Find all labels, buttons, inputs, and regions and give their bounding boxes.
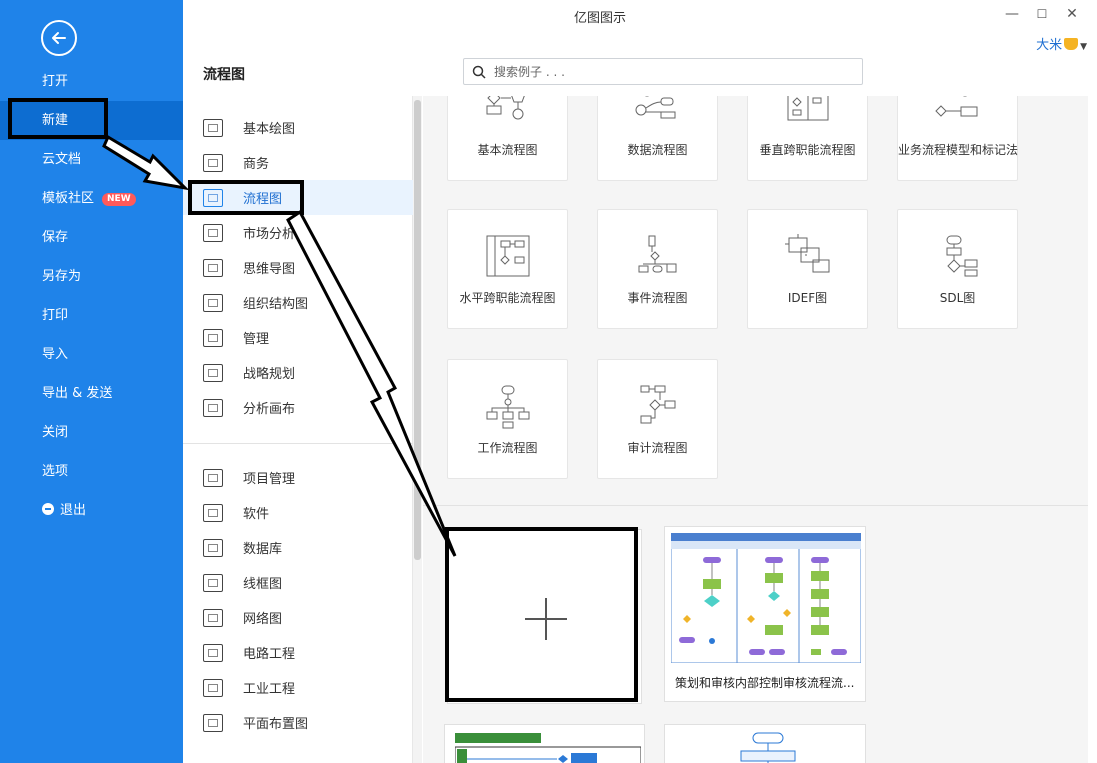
- close-button[interactable]: ✕: [1057, 4, 1087, 24]
- briefcase-icon: [203, 153, 223, 172]
- category-scrollbar[interactable]: [413, 96, 422, 763]
- bar-chart-icon: [203, 223, 223, 242]
- basic-flowchart-thumbnail: [486, 96, 525, 120]
- industrial-icon: [203, 678, 223, 697]
- category-floorplan[interactable]: 平面布置图: [183, 705, 413, 740]
- template-bpmn[interactable]: 业务流程模型和标记法: [897, 96, 1018, 181]
- audit-flowchart-thumbnail: [640, 385, 676, 424]
- event-flowchart-thumbnail: [638, 235, 677, 273]
- nav-exit[interactable]: 退出: [0, 491, 183, 530]
- template-basic-flowchart[interactable]: 基本流程图: [447, 96, 568, 181]
- annotation-box-new: [8, 98, 108, 139]
- example-card-audit[interactable]: 策划和审核内部控制审核流程流...: [664, 526, 866, 702]
- nav-cloud-docs[interactable]: 云文档: [0, 140, 183, 179]
- maximize-button[interactable]: ☐: [1027, 4, 1057, 24]
- title-bar: 亿图图示 — ☐ ✕: [183, 0, 1097, 30]
- window-title: 亿图图示: [573, 11, 626, 26]
- category-management[interactable]: 管理: [183, 320, 413, 355]
- template-audit-flowchart[interactable]: 审计流程图: [597, 359, 718, 479]
- software-icon: [203, 503, 223, 522]
- template-vertical-cross-functional[interactable]: 垂直跨职能流程图: [747, 96, 868, 181]
- back-button[interactable]: [41, 20, 77, 56]
- category-scroll-thumb[interactable]: [414, 100, 421, 560]
- data-flowchart-thumbnail: [635, 96, 676, 119]
- example-process-thumbnail: [740, 732, 796, 763]
- circuit-icon: [203, 643, 223, 662]
- canvas-icon: [203, 398, 223, 417]
- example-audit-thumbnail: [671, 533, 861, 663]
- vertical-cross-functional-thumbnail: [787, 96, 829, 121]
- category-org-chart[interactable]: 组织结构图: [183, 285, 413, 320]
- category-software[interactable]: 软件: [183, 495, 413, 530]
- nav-close[interactable]: 关闭: [0, 413, 183, 452]
- category-mindmap[interactable]: 思维导图: [183, 250, 413, 285]
- sdl-thumbnail: [946, 235, 978, 277]
- exit-icon: [42, 503, 54, 515]
- arrow-left-icon: [52, 32, 66, 44]
- chevron-down-icon: ▼: [1080, 42, 1087, 52]
- example-workflow-thumbnail: [455, 733, 641, 763]
- project-icon: [203, 468, 223, 487]
- category-market-analysis[interactable]: 市场分析: [183, 215, 413, 250]
- nav-open[interactable]: 打开: [0, 62, 183, 101]
- search-icon: [472, 65, 486, 79]
- template-sdl[interactable]: SDL图: [897, 209, 1018, 329]
- example-card-workflow[interactable]: [444, 724, 645, 763]
- workflow-thumbnail: [486, 385, 530, 429]
- template-data-flowchart[interactable]: 数据流程图: [597, 96, 718, 181]
- nav-options[interactable]: 选项: [0, 452, 183, 491]
- example-caption: 策划和审核内部控制审核流程流...: [675, 676, 855, 690]
- floorplan-icon: [203, 713, 223, 732]
- category-project-management[interactable]: 项目管理: [183, 460, 413, 495]
- category-analysis-canvas[interactable]: 分析画布: [183, 390, 413, 425]
- category-database[interactable]: 数据库: [183, 530, 413, 565]
- section-separator: [423, 505, 1088, 506]
- database-icon: [203, 538, 223, 557]
- strategy-icon: [203, 363, 223, 382]
- nav-print[interactable]: 打印: [0, 296, 183, 335]
- category-strategy[interactable]: 战略规划: [183, 355, 413, 390]
- nav-export-send[interactable]: 导出 & 发送: [0, 374, 183, 413]
- horizontal-cross-functional-thumbnail: [486, 235, 530, 277]
- user-menu[interactable]: 大米 ▼: [1036, 34, 1087, 53]
- annotation-box-blank: [445, 527, 638, 702]
- category-network[interactable]: 网络图: [183, 600, 413, 635]
- category-wireframe[interactable]: 线框图: [183, 565, 413, 600]
- org-chart-icon: [203, 293, 223, 312]
- search-box[interactable]: [463, 58, 863, 85]
- wireframe-icon: [203, 573, 223, 592]
- user-name: 大米: [1036, 38, 1063, 53]
- network-icon: [203, 608, 223, 627]
- template-horizontal-cross-functional[interactable]: 水平跨职能流程图: [447, 209, 568, 329]
- template-idef[interactable]: IDEF图: [747, 209, 868, 329]
- template-event-flowchart[interactable]: 事件流程图: [597, 209, 718, 329]
- annotation-box-flowchart: [188, 180, 304, 215]
- example-card-process[interactable]: [664, 724, 866, 763]
- template-workflow[interactable]: 工作流程图: [447, 359, 568, 479]
- nav-template-community[interactable]: 模板社区 NEW: [0, 179, 183, 218]
- bpmn-thumbnail: [935, 96, 978, 117]
- page-title: 流程图: [203, 67, 245, 83]
- search-input[interactable]: [494, 62, 854, 81]
- category-divider: [183, 443, 413, 444]
- nav-save[interactable]: 保存: [0, 218, 183, 257]
- nav-save-as[interactable]: 另存为: [0, 257, 183, 296]
- vip-crown-icon: [1064, 38, 1079, 50]
- new-badge: NEW: [102, 193, 136, 206]
- shapes-icon: [203, 118, 223, 137]
- idef-thumbnail: [785, 234, 830, 273]
- category-business[interactable]: 商务: [183, 145, 413, 180]
- category-basic-drawing[interactable]: 基本绘图: [183, 110, 413, 145]
- nav-import[interactable]: 导入: [0, 335, 183, 374]
- minimize-button[interactable]: —: [997, 4, 1027, 24]
- mindmap-icon: [203, 258, 223, 277]
- category-industrial[interactable]: 工业工程: [183, 670, 413, 705]
- category-circuit[interactable]: 电路工程: [183, 635, 413, 670]
- gear-people-icon: [203, 328, 223, 347]
